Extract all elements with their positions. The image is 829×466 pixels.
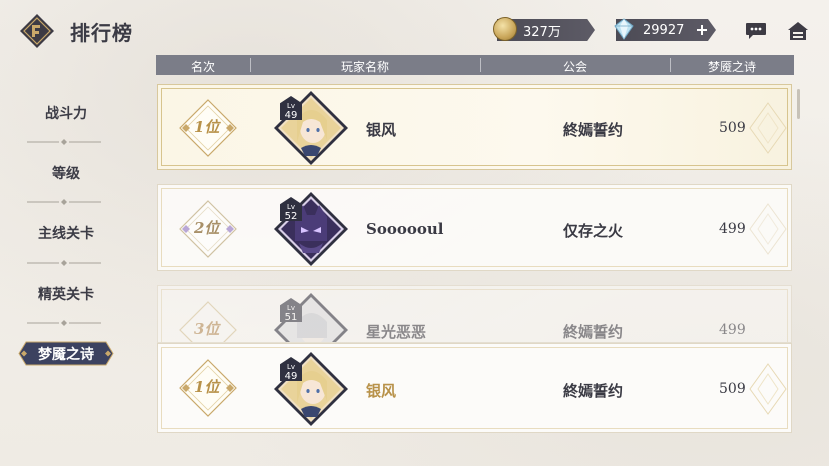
my-rank-row[interactable]: 1位 Lv 49 银风 終嫣誓约 509 (157, 343, 792, 433)
add-gem-icon[interactable] (697, 25, 707, 35)
nav-item-elite-stage[interactable]: 精英关卡 (0, 274, 132, 314)
level-value: 49 (284, 371, 298, 382)
row-ornament-icon (749, 363, 787, 415)
back-emblem-icon[interactable] (19, 13, 55, 49)
rank-label: 1位 (194, 378, 220, 396)
gold-coin-icon (493, 17, 517, 41)
nav-item-label: 梦魇之诗 (38, 346, 94, 363)
ranking-row-1[interactable]: 1位 Lv 49 银风 終嫣誓约 509 (157, 84, 792, 170)
rank-label: 1位 (194, 118, 220, 136)
ranking-row-2[interactable]: 2位 Lv 52 Soooooul 仅存之火 499 (157, 184, 792, 271)
nav-item-label: 战斗力 (45, 106, 87, 122)
row-frame (161, 188, 788, 267)
row-ornament-icon (749, 203, 787, 255)
nav-item-label: 主线关卡 (38, 226, 94, 242)
guild-name: 終嫣誓约 (562, 323, 623, 341)
home-icon[interactable] (787, 21, 809, 41)
row-frame (161, 347, 788, 429)
player-name: 银风 (366, 382, 397, 400)
nav-divider (27, 320, 101, 326)
nav-item-label: 等级 (52, 166, 80, 182)
player-name: 星光恶恶 (366, 323, 427, 341)
column-header-player: 玩家名称 (340, 60, 389, 74)
category-sidebar: 战斗力 等级 主线关卡 精英关卡 梦魇之诗 (0, 56, 132, 466)
level-value: 49 (284, 110, 298, 121)
nav-item-level[interactable]: 等级 (0, 153, 132, 193)
guild-name: 仅存之火 (562, 222, 623, 240)
gem-amount: 29927 (643, 22, 685, 38)
page-title: 排行榜 (70, 21, 133, 45)
row-ornament-icon (749, 102, 787, 154)
gold-amount: 327万 (523, 24, 561, 40)
nav-divider (27, 260, 101, 266)
crystal-gem-icon (614, 18, 634, 40)
nav-item-main-stage[interactable]: 主线关卡 (0, 213, 132, 253)
nav-item-combat-power[interactable]: 战斗力 (0, 93, 132, 133)
chat-icon[interactable] (745, 22, 767, 40)
nav-divider (27, 199, 101, 205)
ranking-row-3[interactable]: 3位 Lv 51 星光恶恶 終嫣誓约 499 (157, 285, 792, 343)
nav-divider (27, 139, 101, 145)
score-value: 499 (719, 322, 746, 338)
row-frame (161, 88, 788, 166)
column-header-guild: 公会 (562, 60, 587, 74)
level-value: 51 (284, 312, 298, 323)
row-frame (161, 289, 788, 342)
guild-name: 終嫣誓约 (562, 382, 623, 400)
player-name: 银风 (366, 121, 397, 139)
column-header-rank: 名次 (190, 60, 215, 74)
nav-item-label: 精英关卡 (38, 287, 94, 303)
ranking-table-header: 名次 玩家名称 公会 梦魇之诗 (156, 55, 794, 75)
score-value: 509 (719, 120, 746, 136)
level-value: 52 (284, 211, 298, 222)
player-name: Soooooul (366, 220, 444, 238)
guild-name: 終嫣誓约 (562, 121, 623, 139)
nav-item-nightmare-poem[interactable]: 梦魇之诗 (18, 341, 114, 366)
top-bar: 排行榜 327万 29927 (0, 0, 829, 56)
score-value: 509 (719, 381, 746, 397)
rank-label: 2位 (194, 219, 220, 237)
rank-label: 3位 (194, 320, 220, 338)
list-scrollbar[interactable] (797, 89, 800, 119)
score-value: 499 (719, 221, 746, 237)
column-header-score: 梦魇之诗 (707, 60, 756, 74)
